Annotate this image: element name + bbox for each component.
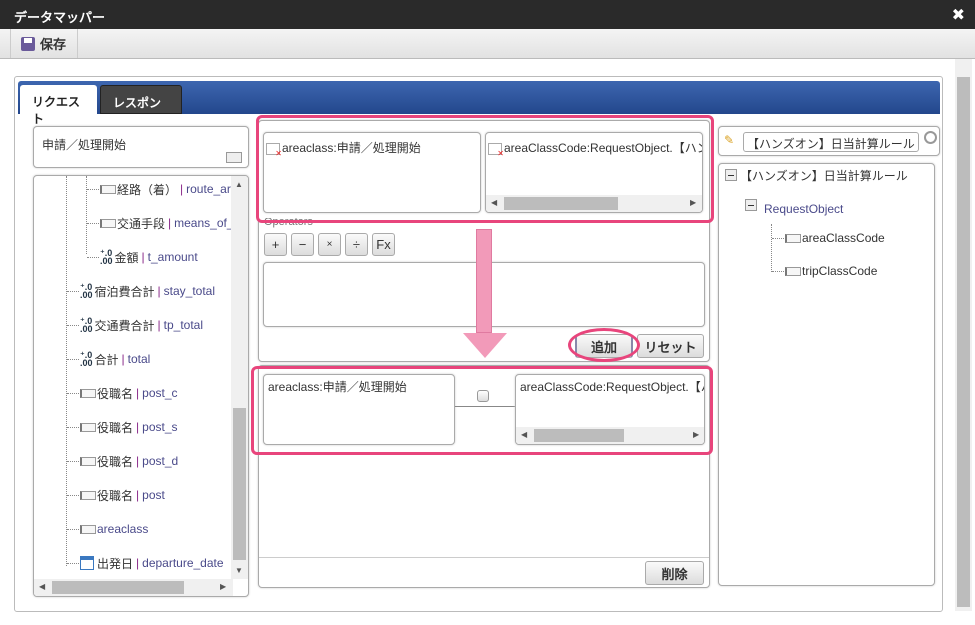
tree-item-label: 経路（着） [117,182,178,197]
save-label: 保存 [40,37,67,52]
tab-response[interactable]: レスポンス [100,85,182,127]
search-icon[interactable] [924,131,937,144]
delete-button[interactable]: 削除 [645,561,704,585]
field-icon [80,456,96,466]
tree-item-label: 役職名 [97,420,134,435]
separator: | [141,250,145,264]
collapse-icon[interactable] [745,199,757,211]
left-tree-vscroll[interactable]: ▲ ▼ [231,176,248,579]
tree-item[interactable]: 出発日 | departure_date [80,554,224,572]
function-button[interactable]: Fx [372,233,395,256]
number-icon: ⁺.0.00 [80,350,93,368]
tree-item[interactable]: 役職名 | post_s [80,418,178,436]
tree-item[interactable]: 役職名 | post_d [80,452,178,470]
field-icon [80,524,96,534]
right-search-input[interactable]: 【ハンズオン】日当計算ルール [743,132,919,152]
separator: | [121,352,125,366]
save-button[interactable]: 保存 [10,29,78,58]
left-search[interactable]: 申請／処理開始 [33,126,249,168]
tree-item[interactable]: areaclass [80,520,148,538]
plus-button[interactable]: + [264,233,287,256]
tree-item-field: total [127,352,151,366]
save-icon [21,36,35,51]
tree-item-label: 役職名 [97,454,134,469]
separator: | [136,488,140,502]
tree-item[interactable]: 経路（着） | route_arrival [100,180,248,198]
right-search: ✎ 【ハンズオン】日当計算ルール [718,126,940,156]
separator: | [157,284,161,298]
tree-item-label: 役職名 [97,386,134,401]
calendar-icon [80,556,94,570]
number-icon: ⁺.0.00 [80,316,93,334]
right-tree: 【ハンズオン】日当計算ルール RequestObject areaClassCo… [718,163,935,586]
separator: | [136,556,140,570]
tree-item-field: departure_date [142,556,224,570]
tree-item-field: means_of_ [174,216,234,230]
multiply-button[interactable]: × [318,233,341,256]
divide-button[interactable]: ÷ [345,233,368,256]
left-tree: 出発日 | departure_date areaclass 役職名 | post 役職名 | p… [33,175,249,597]
tree-item-label: 金額 [114,250,139,265]
input-highlight [256,115,714,223]
list-icon[interactable] [226,152,242,163]
tree-item-field: post [142,488,165,502]
window-title: データマッパー [0,0,975,29]
collapse-icon[interactable] [725,169,737,181]
minus-button[interactable]: − [291,233,314,256]
left-tree-hscroll[interactable]: ◀ ▶ [34,579,233,596]
tree-item-label: 交通手段 [117,216,166,231]
tree-item-label: 出発日 [97,556,134,571]
tree-item-field: post_c [142,386,178,400]
tree-item-field: post_s [142,420,178,434]
tree-root[interactable]: 【ハンズオン】日当計算ルール [740,167,908,184]
tree-item-label: 役職名 [97,488,134,503]
tab-bar: リクエスト レスポンス [18,81,940,127]
separator: | [136,386,140,400]
tree-item-label: 交通費合計 [94,318,155,333]
pencil-icon: ✎ [724,133,735,147]
tree-item[interactable]: ⁺.0.00 交通費合計 | tp_total [80,316,203,334]
reset-button[interactable]: リセット [637,334,704,358]
tree-item-label: 合計 [94,352,119,367]
separator: | [180,182,184,196]
tree-request-object[interactable]: RequestObject [764,200,843,218]
separator: | [168,216,172,230]
left-search-value: 申請／処理開始 [42,138,127,152]
tree-field[interactable]: tripClassCode [802,264,877,278]
close-icon[interactable]: ✖ [952,5,965,25]
tree-item[interactable]: ⁺.0.00 宿泊費合計 | stay_total [80,282,215,300]
separator: | [157,318,161,332]
tree-item[interactable]: ⁺.0.00 金額 | t_amount [100,248,198,266]
tree-item[interactable]: 役職名 | post_c [80,384,178,402]
field-icon [80,490,96,500]
tree-item[interactable]: 役職名 | post [80,486,165,504]
tree-item-field: areaclass [97,522,149,536]
field-icon [100,184,116,194]
tree-item-field: tp_total [163,318,204,332]
flow-arrow [476,229,492,333]
mapping-highlight [251,366,713,455]
page-scrollbar[interactable] [955,59,972,611]
number-icon: ⁺.0.00 [100,248,113,266]
field-icon [785,266,801,276]
number-icon: ⁺.0.00 [80,282,93,300]
flow-arrow-head [463,333,507,358]
add-highlight [568,328,640,362]
tree-item-field: stay_total [163,284,216,298]
field-icon [80,422,96,432]
tab-request[interactable]: リクエスト [20,85,97,126]
field-icon [100,218,116,228]
tree-item-field: post_d [142,454,179,468]
tree-field[interactable]: areaClassCode [802,231,885,245]
separator: | [136,420,140,434]
field-icon [80,388,96,398]
tree-item-field: t_amount [147,250,198,264]
tree-item-label: 宿泊費合計 [94,284,155,299]
separator: | [136,454,140,468]
tree-item[interactable]: 交通手段 | means_of_ [100,214,234,232]
tree-item[interactable]: ⁺.0.00 合計 | total [80,350,150,368]
toolbar: 保存 [0,29,975,59]
field-icon [785,233,801,243]
